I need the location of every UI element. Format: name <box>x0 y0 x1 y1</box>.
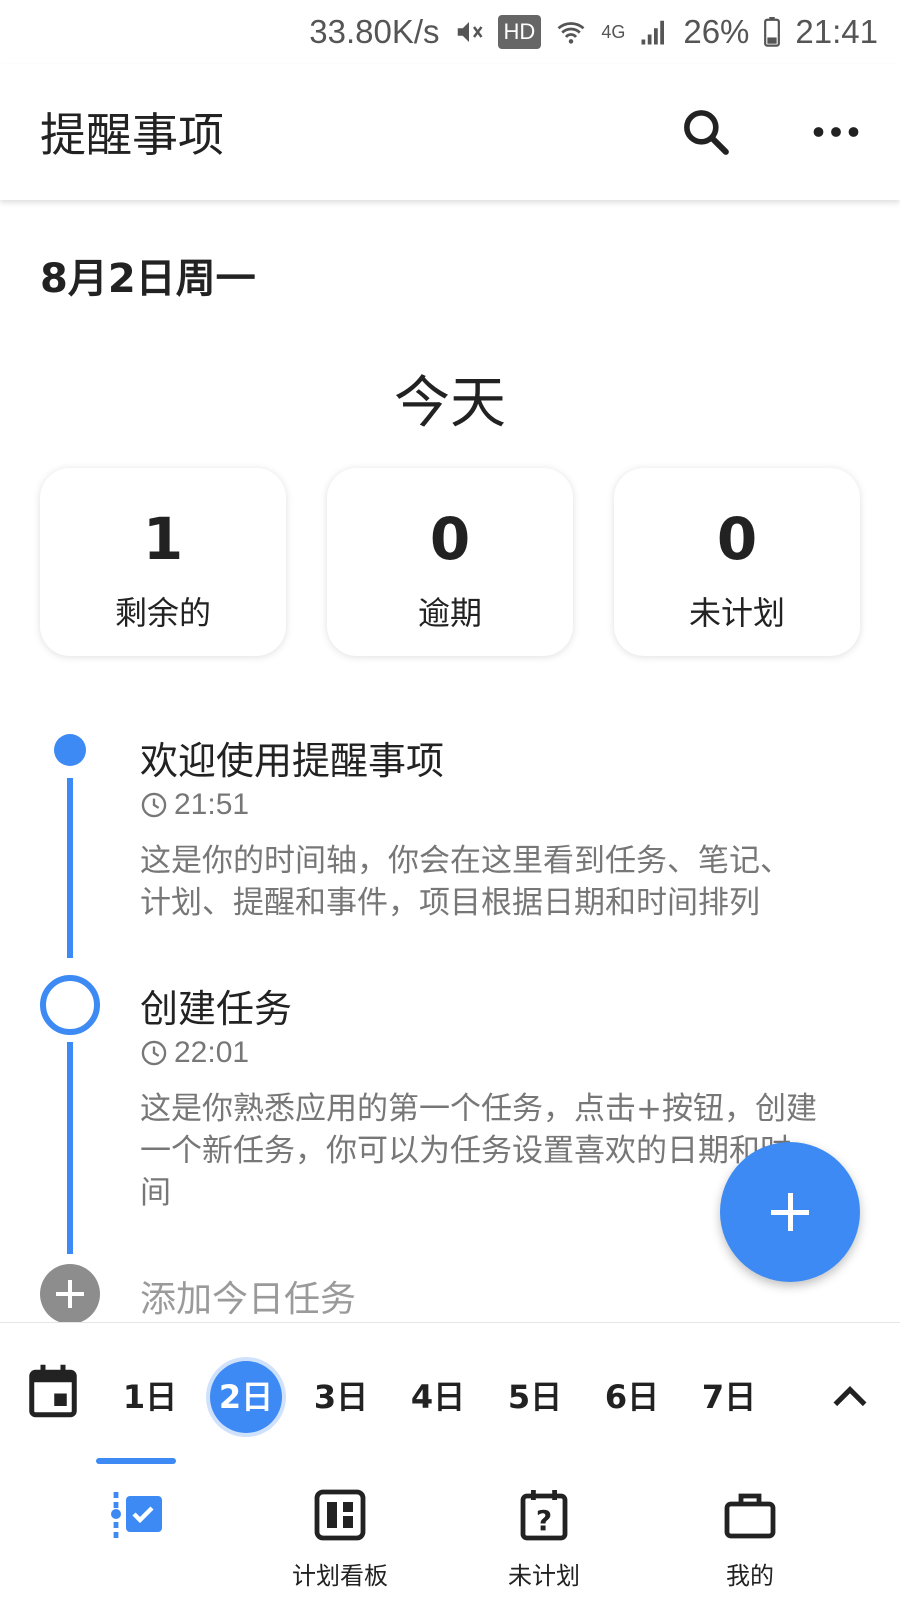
nav-item-board[interactable]: 计划看板 <box>270 1488 410 1591</box>
day-5[interactable]: 5日 <box>499 1361 571 1433</box>
page-title: 提醒事项 <box>40 108 224 162</box>
timeline-item-title[interactable]: 欢迎使用提醒事项 <box>140 730 444 785</box>
day-3[interactable]: 3日 <box>305 1361 377 1433</box>
description-line: 这是你的时间轴，你会在这里看到任务、笔记、 <box>140 843 791 879</box>
date-label: 8月2日周一 <box>40 256 256 302</box>
timeline-item-time-text: 21:51 <box>174 788 250 821</box>
app-bar: 提醒事项 <box>0 64 900 200</box>
today-heading: 今天 <box>394 371 506 436</box>
briefcase-icon <box>724 1493 776 1539</box>
overdue-label: 逾期 <box>417 594 482 632</box>
chevron-up-icon[interactable] <box>828 1375 872 1419</box>
day-2-selected[interactable]: 2日 <box>210 1361 282 1433</box>
calendar-icon[interactable] <box>28 1363 78 1419</box>
remaining-count: 1 <box>142 505 184 573</box>
calendar-question-icon: ? <box>520 1490 568 1541</box>
nav-label: 我的 <box>726 1562 774 1590</box>
clock-icon <box>141 1040 167 1066</box>
day-6[interactable]: 6日 <box>596 1361 668 1433</box>
remaining-label: 剩余的 <box>114 594 211 632</box>
add-task-icon[interactable] <box>40 1264 100 1324</box>
timeline-dot <box>54 734 86 766</box>
nav-item-me[interactable]: 我的 <box>680 1488 820 1591</box>
battery-percent: 26% <box>683 13 750 50</box>
status-bar: 33.80K/s HD 4G 26% 21:41 <box>0 0 900 64</box>
task-checkbox[interactable] <box>40 975 100 1035</box>
bottom-nav: 计划看板 ? 未计划 我的 <box>0 1458 900 1600</box>
mute-icon <box>454 17 484 47</box>
more-options-icon[interactable] <box>808 104 864 160</box>
network-speed: 33.80K/s <box>309 13 440 50</box>
nav-active-indicator <box>96 1458 176 1464</box>
search-icon[interactable] <box>678 104 734 160</box>
add-button[interactable] <box>720 1142 860 1282</box>
description-line: 计划、提醒和事件，项目根据日期和时间排列 <box>140 885 760 921</box>
timeline-item-time: 21:51 <box>140 788 249 822</box>
nav-item-unplanned[interactable]: ? 未计划 <box>474 1488 614 1591</box>
clock: 21:41 <box>795 13 878 50</box>
timeline-item-time-text: 22:01 <box>174 1036 250 1069</box>
timeline-item-time: 22:01 <box>140 1036 249 1070</box>
timeline-line <box>67 778 73 958</box>
clock-icon <box>141 792 167 818</box>
hd-badge: HD <box>497 15 542 49</box>
battery-icon <box>763 17 781 47</box>
add-task-input[interactable]: 添加今日任务 <box>140 1270 356 1322</box>
day-7[interactable]: 7日 <box>693 1361 765 1433</box>
timeline-line <box>67 1042 73 1254</box>
signal-icon <box>639 17 669 47</box>
timeline-item-title[interactable]: 创建任务 <box>140 978 292 1033</box>
timeline-icon <box>111 1492 162 1538</box>
day-1[interactable]: 1日 <box>114 1361 186 1433</box>
network-type: 4G <box>601 21 626 42</box>
nav-label: 未计划 <box>508 1562 580 1590</box>
description-line: 这是你熟悉应用的第一个任务，点击+按钮，创建 <box>140 1091 817 1127</box>
nav-label: 计划看板 <box>292 1562 388 1590</box>
nav-item-timeline[interactable] <box>66 1488 206 1556</box>
unplanned-label: 未计划 <box>688 594 785 632</box>
day-strip: 1日 2日 3日 4日 5日 6日 7日 <box>0 1322 900 1458</box>
unplanned-count: 0 <box>716 505 758 573</box>
overdue-count: 0 <box>429 505 471 573</box>
wifi-icon <box>555 17 587 47</box>
unplanned-card[interactable]: 0 未计划 <box>614 468 860 656</box>
board-icon <box>314 1489 366 1541</box>
day-4[interactable]: 4日 <box>402 1361 474 1433</box>
timeline-item-description: 这是你的时间轴，你会在这里看到任务、笔记、 计划、提醒和事件，项目根据日期和时间… <box>140 840 860 924</box>
remaining-card[interactable]: 1 剩余的 <box>40 468 286 656</box>
overdue-card[interactable]: 0 逾期 <box>327 468 573 656</box>
svg-text:?: ? <box>536 1504 552 1537</box>
